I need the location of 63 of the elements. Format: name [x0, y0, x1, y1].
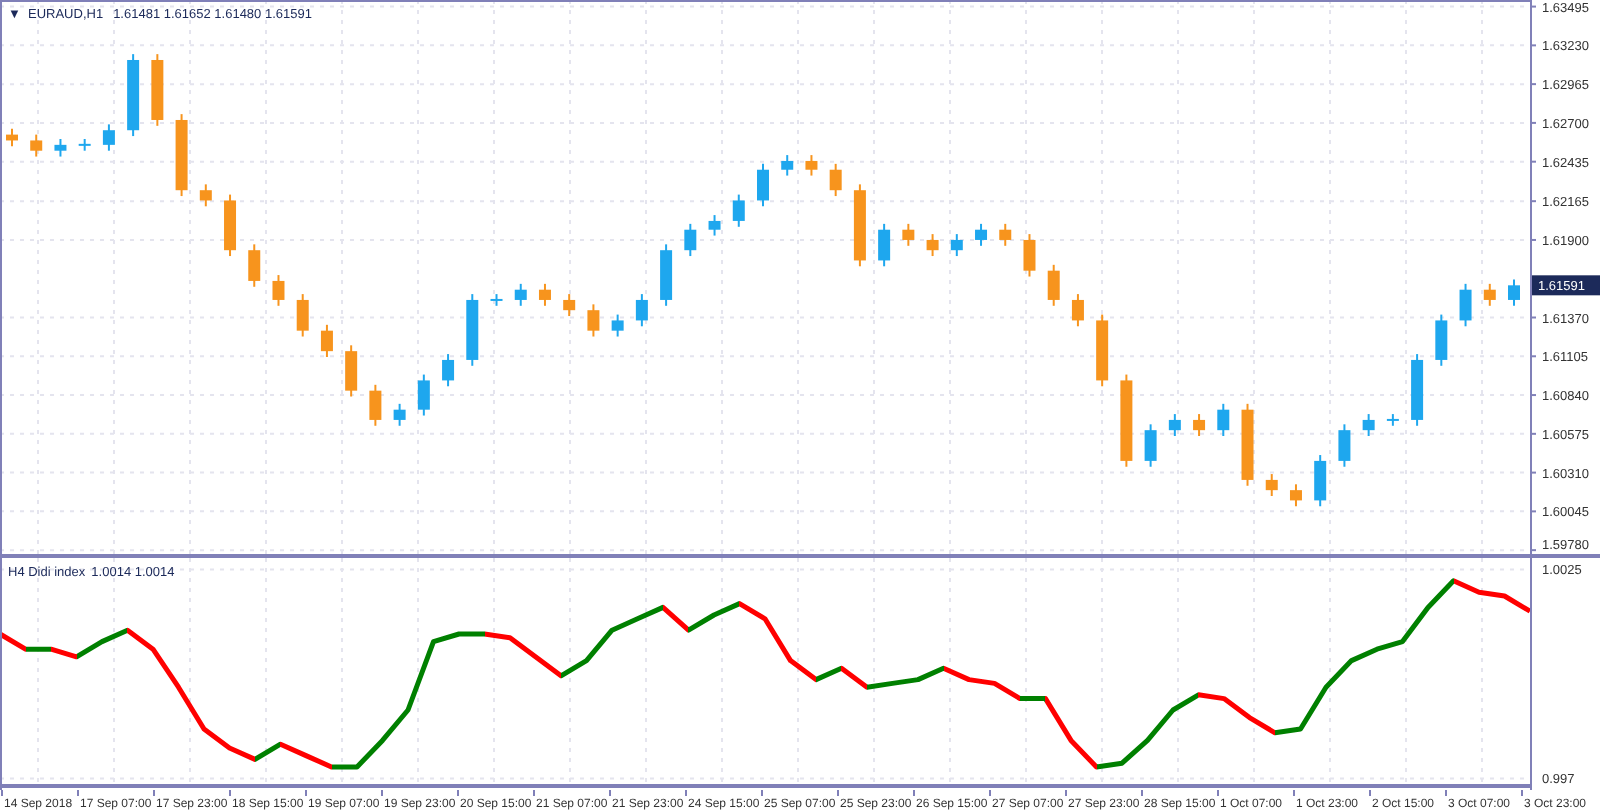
candle: [1314, 454, 1327, 508]
candle: [829, 162, 842, 198]
candle: [878, 222, 891, 268]
candle: [950, 233, 963, 258]
candle: [345, 344, 358, 398]
candle: [853, 183, 866, 268]
candle: [587, 303, 600, 338]
candle: [611, 313, 624, 338]
candle: [1193, 413, 1206, 437]
candle: [1338, 423, 1351, 468]
candle: [1023, 233, 1036, 278]
candle: [490, 293, 503, 307]
candle: [1508, 278, 1520, 307]
candle: [1459, 282, 1472, 328]
candle: [1071, 293, 1084, 328]
candle: [466, 293, 479, 367]
candle: [30, 133, 43, 158]
candle: [1289, 483, 1302, 508]
candle: [1265, 473, 1278, 497]
candle: [660, 243, 673, 307]
candle: [151, 53, 164, 127]
candle: [320, 323, 333, 358]
candle: [248, 243, 261, 288]
candle: [1362, 413, 1375, 437]
candle: [78, 138, 91, 152]
candle: [393, 402, 406, 427]
candle: [635, 293, 648, 328]
candle: [54, 138, 67, 158]
candle: [369, 383, 382, 427]
candle: [732, 193, 745, 228]
candle: [127, 53, 140, 138]
candle: [1386, 413, 1399, 427]
candle: [199, 183, 212, 208]
candle: [684, 222, 697, 258]
candle: [563, 293, 576, 318]
candle: [175, 113, 188, 198]
candle: [975, 222, 988, 247]
candle: [1168, 413, 1181, 437]
candle: [272, 274, 285, 307]
candle: [417, 373, 430, 417]
candle: [224, 193, 237, 258]
candle: [296, 293, 309, 338]
candle: [1241, 402, 1254, 487]
candle: [781, 154, 794, 177]
candle: [1096, 313, 1109, 388]
candle: [442, 353, 455, 388]
candle: [102, 123, 115, 152]
candle: [1411, 353, 1424, 427]
candle: [1435, 313, 1448, 367]
candle: [926, 233, 939, 258]
candle: [1483, 282, 1496, 307]
candle: [999, 222, 1012, 247]
candle: [1144, 423, 1157, 468]
candle: [514, 282, 527, 307]
candle: [1120, 373, 1133, 468]
candle: [1217, 402, 1230, 437]
candle: [757, 162, 769, 208]
candle: [708, 214, 721, 237]
candle: [6, 127, 18, 148]
candle: [805, 154, 818, 177]
candle: [902, 222, 915, 247]
candle: [1047, 263, 1060, 307]
candle: [538, 282, 551, 307]
